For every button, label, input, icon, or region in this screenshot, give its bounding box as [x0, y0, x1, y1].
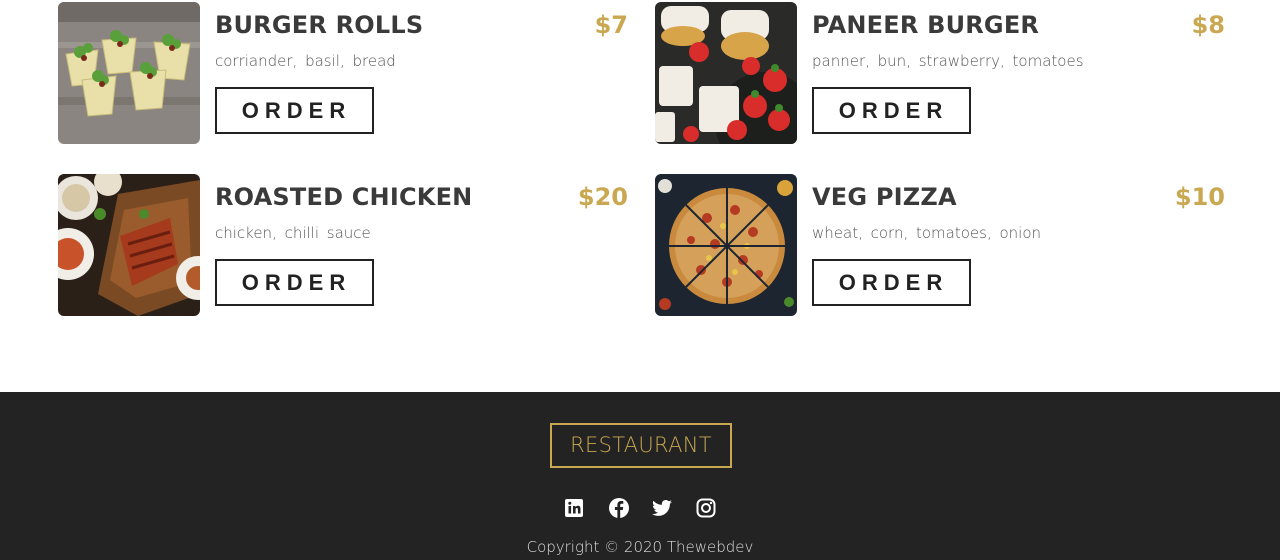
- copyright-text: Copyright © 2020 Thewebdev: [526, 538, 754, 556]
- facebook-icon[interactable]: [607, 496, 631, 520]
- item-description: chicken, chilli sauce: [215, 224, 371, 242]
- menu-item: PANEER BURGER $8 panner, bun, strawberry…: [655, 2, 1225, 146]
- item-name: PANEER BURGER: [812, 11, 1040, 39]
- roasted-chicken-image: [58, 174, 200, 316]
- brand-logo[interactable]: RESTAURANT: [550, 423, 732, 468]
- veg-pizza-image: [655, 174, 797, 316]
- linkedin-icon[interactable]: [562, 496, 586, 520]
- order-button[interactable]: ORDER: [812, 87, 971, 134]
- burger-rolls-image: [58, 2, 200, 144]
- item-price: $10: [1174, 183, 1225, 211]
- order-button[interactable]: ORDER: [215, 87, 374, 134]
- menu-section: BURGER ROLLS $7 corriander, basil, bread…: [0, 0, 1280, 392]
- menu-item: VEG PIZZA $10 wheat, corn, tomatoes, oni…: [655, 174, 1225, 318]
- social-links: [560, 496, 720, 520]
- menu-item: BURGER ROLLS $7 corriander, basil, bread…: [58, 2, 628, 146]
- menu-item: ROASTED CHICKEN $20 chicken, chilli sauc…: [58, 174, 628, 318]
- item-price: $8: [1191, 11, 1225, 39]
- paneer-burger-image: [655, 2, 797, 144]
- item-description: panner, bun, strawberry, tomatoes: [812, 52, 1084, 70]
- item-description: corriander, basil, bread: [215, 52, 396, 70]
- instagram-icon[interactable]: [694, 496, 718, 520]
- item-price: $7: [594, 11, 628, 39]
- item-name: BURGER ROLLS: [215, 11, 424, 39]
- twitter-icon[interactable]: [650, 496, 674, 520]
- item-name: VEG PIZZA: [812, 183, 957, 211]
- order-button[interactable]: ORDER: [812, 259, 971, 306]
- item-price: $20: [577, 183, 628, 211]
- item-description: wheat, corn, tomatoes, onion: [812, 224, 1042, 242]
- footer: RESTAURANT Copyright © 2020 Thewebdev: [0, 392, 1280, 560]
- order-button[interactable]: ORDER: [215, 259, 374, 306]
- item-name: ROASTED CHICKEN: [215, 183, 473, 211]
